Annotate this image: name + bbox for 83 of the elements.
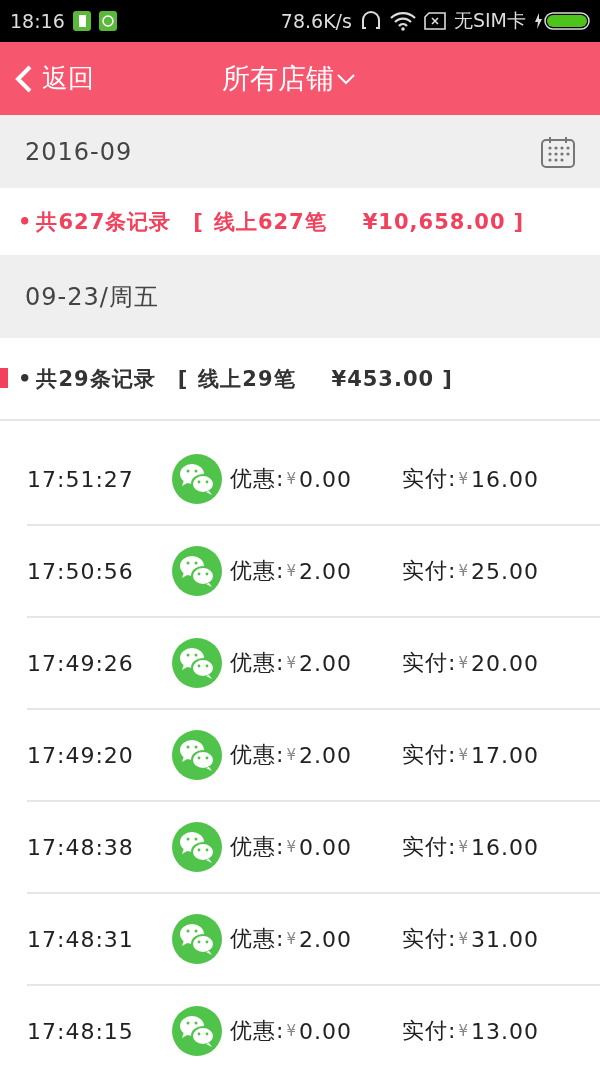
month-label[interactable]: 2016-09 bbox=[25, 137, 133, 166]
discount-label: 优惠: bbox=[230, 741, 285, 769]
currency-sign: ¥ bbox=[286, 838, 297, 856]
back-button[interactable]: 返回 bbox=[0, 60, 100, 97]
currency-sign: ¥ bbox=[458, 562, 469, 580]
record-count: 共29条记录 bbox=[36, 365, 156, 393]
chat-bubbles-icon bbox=[172, 822, 222, 872]
currency-sign: ¥ bbox=[286, 1022, 297, 1040]
discount-amount: 2.00 bbox=[298, 650, 352, 676]
headphones-icon bbox=[359, 10, 382, 32]
currency-sign: ¥ bbox=[286, 470, 297, 488]
paid-label: 实付: bbox=[402, 833, 457, 861]
chat-bubbles-icon bbox=[172, 638, 222, 688]
discount-label: 优惠: bbox=[230, 649, 285, 677]
currency-sign: ¥ bbox=[286, 654, 297, 672]
paid-amount: 20.00 bbox=[470, 650, 539, 676]
currency-sign: ¥ bbox=[458, 1022, 469, 1040]
paid-amount: 25.00 bbox=[470, 558, 539, 584]
battery-icon bbox=[534, 11, 590, 31]
bracket: [ bbox=[177, 366, 189, 391]
paid-amount: 13.00 bbox=[470, 1018, 539, 1044]
bracket: ] bbox=[442, 366, 453, 391]
paid-amount: 16.00 bbox=[470, 466, 539, 492]
no-sim-icon bbox=[423, 12, 446, 30]
paid-label: 实付: bbox=[402, 925, 457, 953]
store-selector[interactable]: 所有店铺 bbox=[222, 59, 334, 98]
chevron-down-icon[interactable] bbox=[336, 72, 356, 85]
currency-sign: ¥ bbox=[286, 746, 297, 764]
currency-sign: ¥ bbox=[286, 562, 297, 580]
transaction-time: 17:50:56 bbox=[27, 558, 135, 584]
transaction-time: 17:48:15 bbox=[27, 1018, 135, 1044]
chat-bubbles-icon bbox=[172, 730, 222, 780]
transaction-time: 17:48:38 bbox=[27, 834, 135, 860]
bullet: • bbox=[18, 366, 33, 391]
chat-bubbles-icon bbox=[172, 1006, 222, 1056]
currency-sign: ¥ bbox=[458, 746, 469, 764]
chat-bubbles-icon bbox=[172, 546, 222, 596]
discount-label: 优惠: bbox=[230, 465, 285, 493]
wifi-icon bbox=[389, 11, 416, 31]
currency-sign: ¥ bbox=[458, 930, 469, 948]
paid-amount: 16.00 bbox=[470, 834, 539, 860]
selection-marker bbox=[0, 368, 8, 388]
discount-amount: 2.00 bbox=[298, 926, 352, 952]
discount-amount: 0.00 bbox=[298, 834, 352, 860]
network-speed: 78.6K/s bbox=[280, 10, 352, 32]
chat-bubbles-icon bbox=[172, 914, 222, 964]
day-label: 09-23/周五 bbox=[25, 281, 159, 313]
paid-amount: 31.00 bbox=[470, 926, 539, 952]
paid-label: 实付: bbox=[402, 649, 457, 677]
currency-sign: ¥ bbox=[458, 654, 469, 672]
currency-sign: ¥ bbox=[286, 930, 297, 948]
online-count: 线上29笔 bbox=[198, 365, 296, 393]
carrier-label: 无SIM卡 bbox=[453, 8, 526, 33]
total-amount: ¥10,658.00 bbox=[362, 209, 506, 234]
discount-label: 优惠: bbox=[230, 557, 285, 585]
discount-label: 优惠: bbox=[230, 925, 285, 953]
paid-label: 实付: bbox=[402, 741, 457, 769]
online-count: 线上627笔 bbox=[213, 208, 327, 236]
bullet: • bbox=[18, 209, 33, 234]
transaction-time: 17:49:20 bbox=[27, 742, 135, 768]
currency-sign: ¥ bbox=[458, 470, 469, 488]
discount-amount: 0.00 bbox=[298, 1018, 352, 1044]
discount-amount: 2.00 bbox=[298, 558, 352, 584]
chevron-left-icon[interactable] bbox=[14, 63, 34, 94]
paid-amount: 17.00 bbox=[470, 742, 539, 768]
paid-label: 实付: bbox=[402, 1017, 457, 1045]
discount-amount: 2.00 bbox=[298, 742, 352, 768]
total-amount: ¥453.00 bbox=[331, 366, 435, 391]
transaction-time: 17:51:27 bbox=[27, 466, 135, 492]
status-time: 18:16 bbox=[10, 10, 65, 32]
discount-label: 优惠: bbox=[230, 833, 285, 861]
transaction-time: 17:49:26 bbox=[27, 650, 135, 676]
bracket: [ bbox=[193, 209, 204, 234]
paid-label: 实付: bbox=[402, 465, 457, 493]
transaction-time: 17:48:31 bbox=[27, 926, 135, 952]
discount-amount: 0.00 bbox=[298, 466, 352, 492]
discount-label: 优惠: bbox=[230, 1017, 285, 1045]
calendar-icon[interactable] bbox=[541, 135, 575, 168]
record-count: 共627条记录 bbox=[36, 208, 172, 236]
paid-label: 实付: bbox=[402, 557, 457, 585]
chat-bubbles-icon bbox=[172, 454, 222, 504]
currency-sign: ¥ bbox=[458, 838, 469, 856]
bracket: ] bbox=[513, 209, 525, 234]
